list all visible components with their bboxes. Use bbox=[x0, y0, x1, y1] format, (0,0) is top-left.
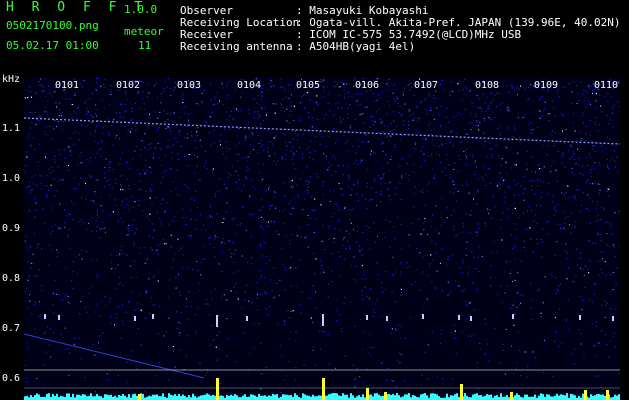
y-axis-unit: kHz bbox=[2, 74, 21, 85]
meteor-detection-bar bbox=[216, 378, 219, 400]
meteor-detection-bar bbox=[138, 394, 141, 400]
spectrogram-plot bbox=[24, 78, 620, 400]
meteor-echo bbox=[58, 315, 60, 320]
meteor-label: meteor bbox=[124, 25, 164, 38]
meteor-echo bbox=[386, 316, 388, 321]
meteor-echo bbox=[246, 316, 248, 321]
meteor-echo bbox=[322, 314, 324, 326]
meteor-echo bbox=[152, 314, 154, 319]
x-tick-0103: 0103 bbox=[177, 80, 202, 91]
app-version: 1.0.0 bbox=[124, 3, 158, 16]
x-tick-0110: 0110 bbox=[594, 80, 619, 91]
x-tick-0109: 0109 bbox=[534, 80, 559, 91]
meteor-echo bbox=[612, 316, 614, 321]
x-tick-0104: 0104 bbox=[237, 80, 262, 91]
observation-datetime: 05.02.17 01:00 bbox=[6, 39, 99, 52]
meteor-detection-bar bbox=[384, 392, 387, 400]
x-tick-0106: 0106 bbox=[355, 80, 380, 91]
x-tick-0101: 0101 bbox=[55, 80, 80, 91]
meteor-echo bbox=[44, 314, 46, 319]
y-tick-1.0: 1.0 bbox=[2, 173, 21, 184]
y-tick-1.1: 1.1 bbox=[2, 123, 21, 134]
x-tick-0107: 0107 bbox=[414, 80, 439, 91]
meteor-echo bbox=[512, 314, 514, 319]
meteor-echo bbox=[366, 315, 368, 320]
x-tick-0108: 0108 bbox=[475, 80, 500, 91]
meteor-detection-bar bbox=[510, 392, 513, 400]
meteor-detection-bar bbox=[584, 390, 587, 400]
file-name: 0502170100.png bbox=[6, 19, 99, 32]
info-antenna-key: Receiving antenna bbox=[180, 40, 293, 53]
meteor-echo bbox=[470, 316, 472, 321]
x-tick-0102: 0102 bbox=[116, 80, 141, 91]
spectrogram-svg bbox=[24, 78, 620, 400]
y-tick-0.8: 0.8 bbox=[2, 273, 21, 284]
header-panel: H R O F F T 1.0.0 0502170100.png 05.02.1… bbox=[0, 0, 629, 72]
meteor-detection-bar bbox=[322, 378, 325, 400]
meteor-echo bbox=[422, 314, 424, 319]
info-antenna-value: : A504HB(yagi 4el) bbox=[296, 40, 416, 53]
meteor-echo bbox=[216, 315, 218, 327]
meteor-detection-bar bbox=[460, 384, 463, 400]
meteor-detection-bar bbox=[606, 390, 609, 400]
meteor-count: 11 bbox=[138, 39, 152, 52]
meteor-echo bbox=[458, 315, 460, 320]
y-tick-0.9: 0.9 bbox=[2, 223, 21, 234]
meteor-detection-bar bbox=[366, 388, 369, 400]
meteor-echo bbox=[579, 315, 581, 320]
y-tick-0.6: 0.6 bbox=[2, 373, 21, 384]
y-tick-0.7: 0.7 bbox=[2, 323, 21, 334]
meteor-echo bbox=[134, 316, 136, 321]
x-tick-0105: 0105 bbox=[296, 80, 321, 91]
